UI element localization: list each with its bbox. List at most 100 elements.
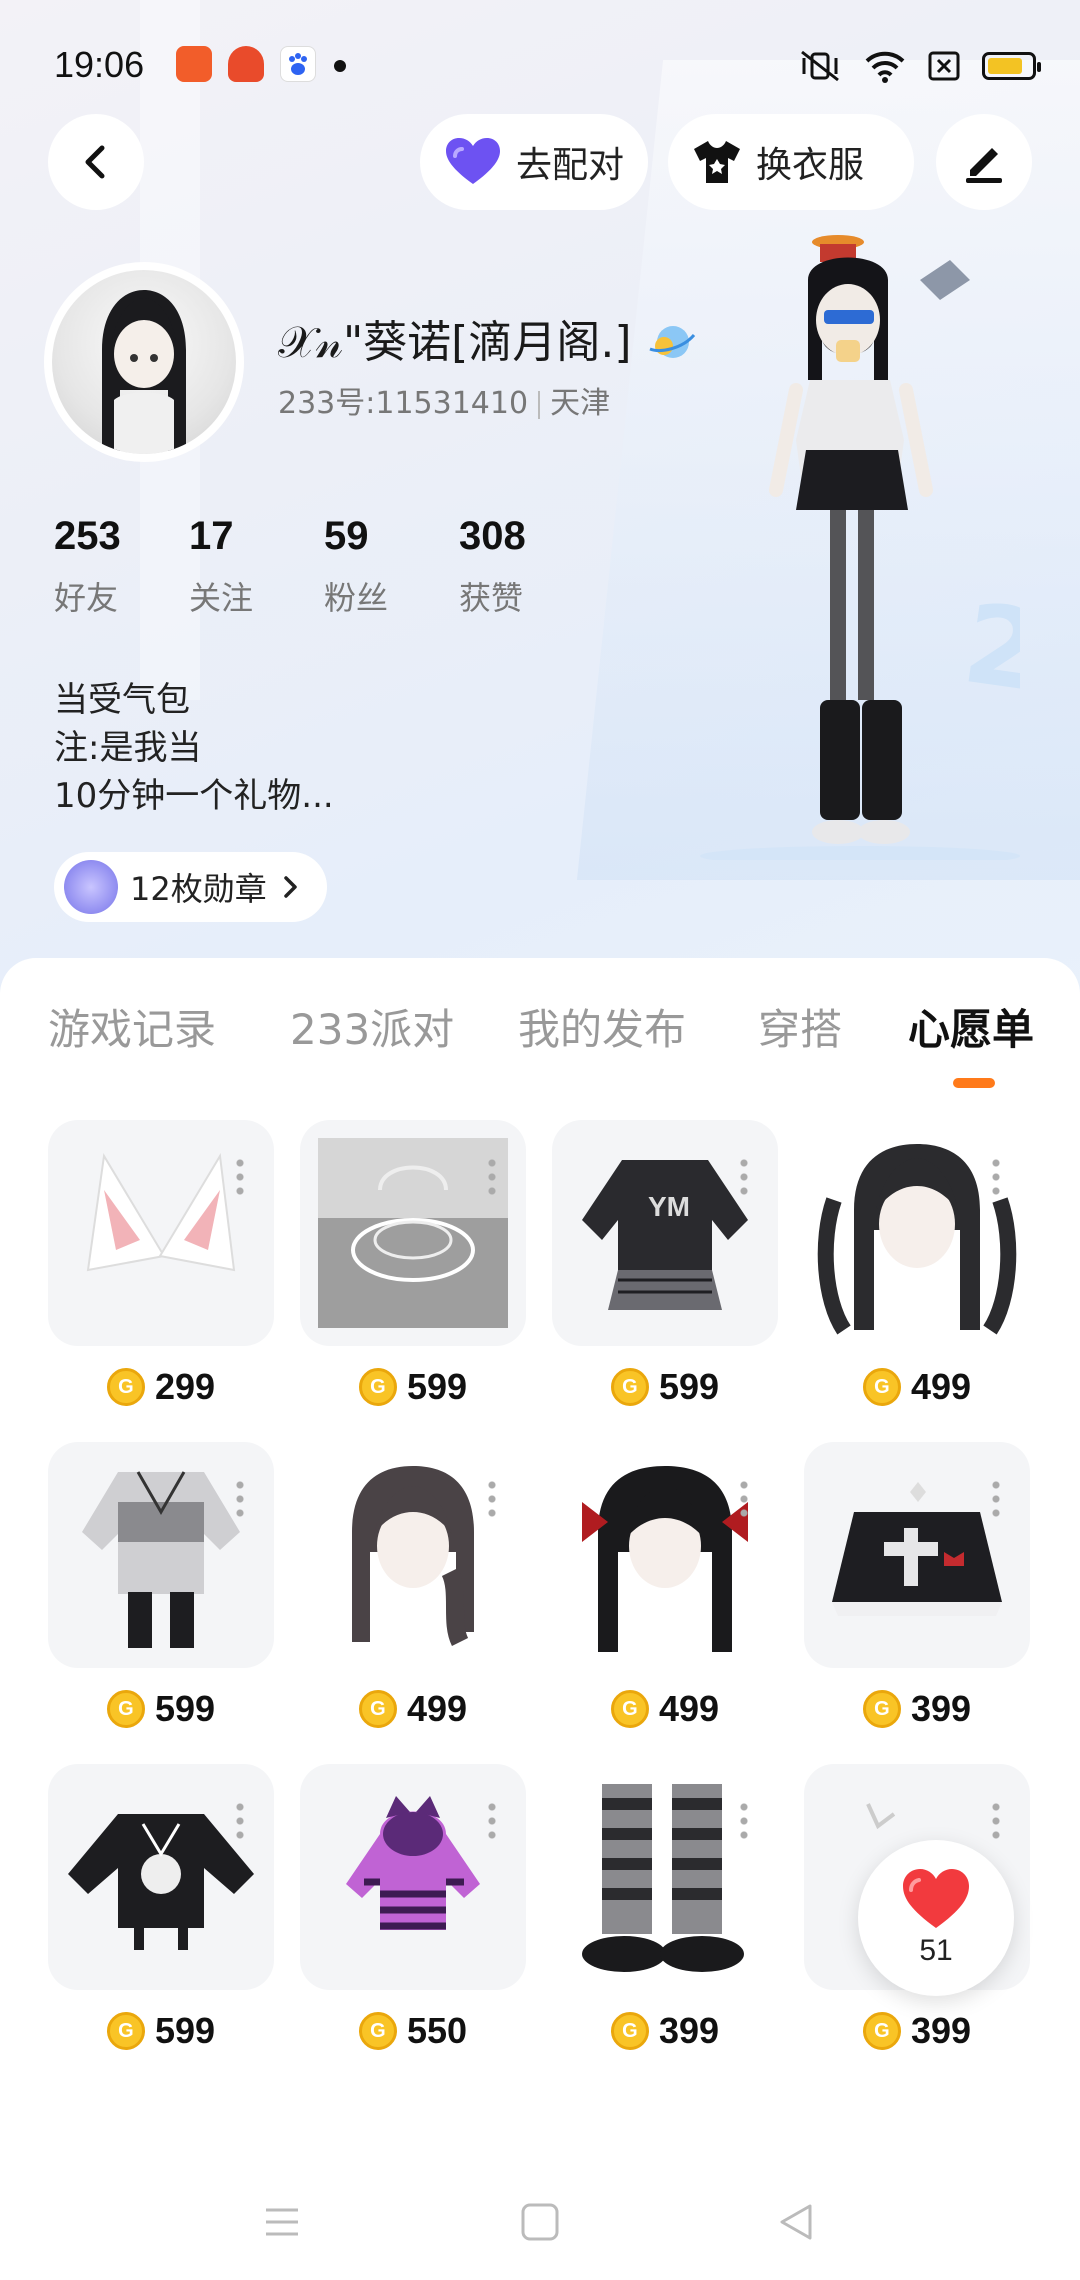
wishlist-item[interactable]: 399 bbox=[804, 1442, 1030, 1734]
more-options-icon[interactable] bbox=[488, 1478, 496, 1518]
item-price: 550 bbox=[300, 2006, 526, 2056]
back-button[interactable] bbox=[48, 114, 144, 210]
wishlist-item[interactable]: 499 bbox=[300, 1442, 526, 1734]
more-options-icon[interactable] bbox=[488, 1156, 496, 1196]
wishlist-item[interactable]: 499 bbox=[804, 1120, 1030, 1412]
stat-likes[interactable]: 308 获赞 bbox=[459, 514, 594, 619]
change-clothes-button[interactable]: 换衣服 bbox=[668, 114, 914, 210]
status-indicators bbox=[798, 48, 1041, 84]
item-price: 599 bbox=[552, 1362, 778, 1412]
wishlist-item[interactable]: 499 bbox=[552, 1442, 778, 1734]
item-price: 399 bbox=[804, 2006, 1030, 2056]
more-options-icon[interactable] bbox=[740, 1156, 748, 1196]
item-image bbox=[48, 1764, 274, 1990]
like-button[interactable]: 51 bbox=[858, 1840, 1014, 1996]
wishlist-item[interactable]: 599 bbox=[48, 1442, 274, 1734]
coin-icon bbox=[106, 1368, 145, 1406]
medal-icon bbox=[64, 860, 118, 914]
item-image bbox=[300, 1764, 526, 1990]
more-options-icon[interactable] bbox=[236, 1156, 244, 1196]
coin-icon bbox=[610, 2012, 649, 2050]
coin-icon bbox=[862, 1368, 901, 1406]
svg-text:YM: YM bbox=[648, 1191, 690, 1222]
like-count: 51 bbox=[919, 1934, 953, 1967]
coin-icon bbox=[358, 1368, 397, 1406]
stat-fans[interactable]: 59 粉丝 bbox=[324, 514, 459, 619]
item-price: 499 bbox=[804, 1362, 1030, 1412]
wishlist-item[interactable]: 599 bbox=[300, 1120, 526, 1412]
item-image bbox=[48, 1120, 274, 1346]
more-options-icon[interactable] bbox=[488, 1800, 496, 1840]
shirt-icon bbox=[694, 141, 740, 183]
status-bar: 19:06 bbox=[0, 0, 1080, 130]
heart-icon bbox=[446, 138, 500, 184]
tab-233-party[interactable]: 233派对 bbox=[290, 996, 454, 1057]
medals-button[interactable]: 12枚勋章 bbox=[54, 852, 327, 922]
wifi-icon bbox=[865, 51, 905, 83]
sim-icon bbox=[928, 51, 960, 81]
chevron-left-icon bbox=[85, 145, 105, 179]
battery-icon bbox=[982, 52, 1041, 80]
match-button-label: 去配对 bbox=[516, 145, 625, 186]
edit-profile-button[interactable] bbox=[936, 114, 1032, 210]
item-price: 599 bbox=[48, 1684, 274, 1734]
item-image bbox=[552, 1764, 778, 1990]
more-options-icon[interactable] bbox=[992, 1800, 1000, 1840]
more-options-icon[interactable] bbox=[236, 1478, 244, 1518]
match-button[interactable]: 去配对 bbox=[420, 114, 648, 210]
tab-wishlist[interactable]: 心愿单 bbox=[908, 996, 1034, 1057]
item-price: 499 bbox=[552, 1684, 778, 1734]
notification-dot bbox=[334, 60, 346, 72]
item-image: YM bbox=[552, 1120, 778, 1346]
avatar-image bbox=[52, 270, 236, 454]
coin-icon bbox=[106, 2012, 145, 2050]
coin-icon bbox=[610, 1690, 649, 1728]
coin-icon bbox=[106, 1690, 145, 1728]
item-price: 599 bbox=[48, 2006, 274, 2056]
planet-badge-icon bbox=[648, 326, 695, 358]
item-image bbox=[804, 1120, 1030, 1346]
profile-tabs: 游戏记录 233派对 我的发布 穿搭 心愿单 bbox=[0, 958, 1080, 1098]
item-price: 599 bbox=[300, 1362, 526, 1412]
wishlist-item[interactable]: 550 bbox=[300, 1764, 526, 2056]
tab-my-posts[interactable]: 我的发布 bbox=[518, 996, 686, 1057]
wishlist-item[interactable]: 299 bbox=[48, 1120, 274, 1412]
user-id-line: 233号:11531410 天津 bbox=[278, 378, 610, 422]
item-price: 299 bbox=[48, 1362, 274, 1412]
more-options-icon[interactable] bbox=[236, 1800, 244, 1840]
svg-text:233: 233 bbox=[956, 579, 1020, 738]
user-location: 天津 bbox=[550, 386, 611, 421]
avatar[interactable] bbox=[44, 262, 244, 462]
heart-icon bbox=[903, 1869, 969, 1928]
change-clothes-label: 换衣服 bbox=[756, 145, 865, 186]
user-id: 233号:11531410 bbox=[278, 386, 529, 421]
wishlist-item[interactable]: YM 599 bbox=[552, 1120, 778, 1412]
stat-friends[interactable]: 253 好友 bbox=[54, 514, 189, 619]
chevron-right-icon bbox=[283, 876, 297, 898]
more-options-icon[interactable] bbox=[740, 1800, 748, 1840]
more-options-icon[interactable] bbox=[992, 1156, 1000, 1196]
more-options-icon[interactable] bbox=[992, 1478, 1000, 1518]
edit-icon bbox=[966, 148, 1002, 183]
item-image bbox=[552, 1442, 778, 1668]
app-notification-icon bbox=[176, 46, 212, 82]
coin-icon bbox=[862, 1690, 901, 1728]
more-options-icon[interactable] bbox=[740, 1478, 748, 1518]
tab-game-records[interactable]: 游戏记录 bbox=[48, 996, 216, 1057]
item-image bbox=[48, 1442, 274, 1668]
tab-outfits[interactable]: 穿搭 bbox=[758, 996, 842, 1057]
item-price: 499 bbox=[300, 1684, 526, 1734]
wishlist-item[interactable]: 599 bbox=[48, 1764, 274, 2056]
stat-following[interactable]: 17 关注 bbox=[189, 514, 324, 619]
avatar-character-3d[interactable]: 233 bbox=[700, 220, 1020, 860]
system-navigation-bar bbox=[0, 2160, 1080, 2280]
coin-icon bbox=[862, 2012, 901, 2050]
home-icon[interactable] bbox=[518, 2200, 562, 2244]
back-nav-icon[interactable] bbox=[774, 2200, 818, 2244]
username: 𝒳𝓃"葵诺[滴月阁.] bbox=[278, 306, 696, 370]
wishlist-item[interactable]: 399 bbox=[552, 1764, 778, 2056]
item-price: 399 bbox=[552, 2006, 778, 2056]
coin-icon bbox=[358, 1690, 397, 1728]
menu-icon[interactable] bbox=[260, 2200, 304, 2244]
active-tab-indicator bbox=[953, 1078, 995, 1088]
